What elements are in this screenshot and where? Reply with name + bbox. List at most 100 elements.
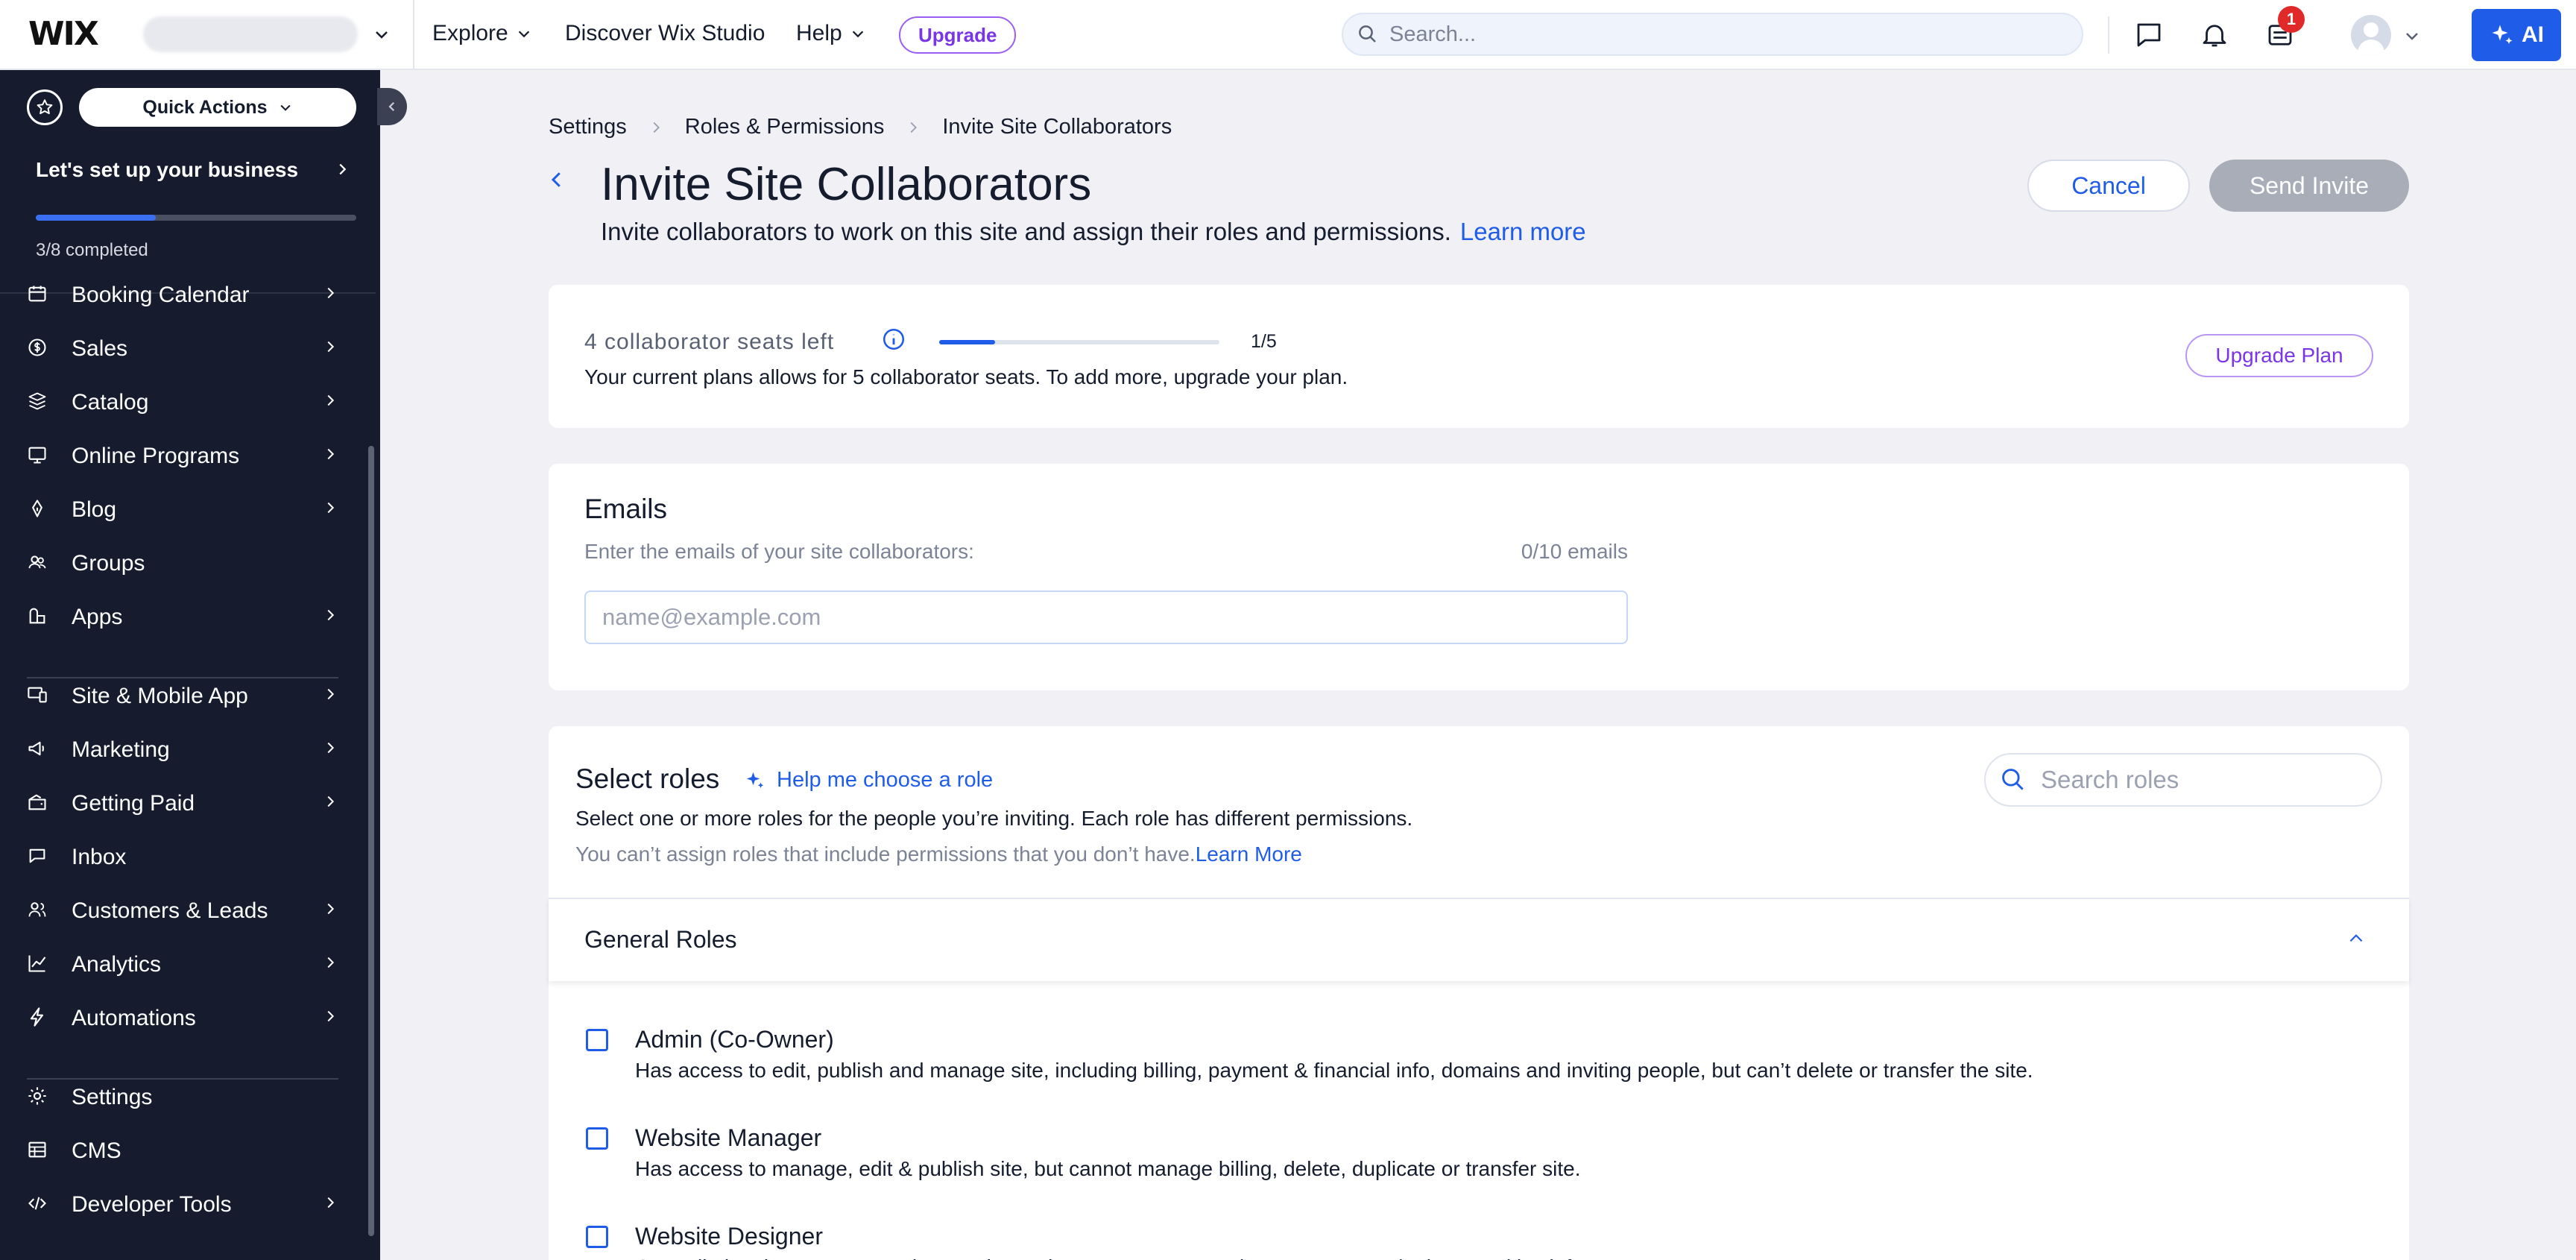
chevron-right-icon <box>327 742 335 754</box>
chevron-right-icon <box>327 609 335 621</box>
chevron-down-icon[interactable] <box>2403 27 2421 45</box>
chevron-down-icon <box>280 104 291 111</box>
chevron-down-icon <box>852 31 863 38</box>
bell-icon[interactable] <box>2199 19 2230 51</box>
sidebar-item-groups[interactable]: Groups <box>0 540 376 585</box>
chevron-right-icon <box>327 903 335 915</box>
sidebar-scrollbar[interactable] <box>368 446 374 1236</box>
site-selector[interactable] <box>143 16 397 52</box>
inbox-icon <box>29 848 45 863</box>
emails-title: Emails <box>584 494 668 524</box>
search-roles-input[interactable]: Search roles <box>1984 753 2382 807</box>
role-option-website-designer[interactable]: Website Designer Can edit the site, manag… <box>549 1218 2409 1260</box>
sidebar-item-label: Online Programs <box>72 444 240 468</box>
analytics-icon <box>28 955 46 972</box>
sidebar-item-label: Settings <box>72 1085 153 1109</box>
roles-description: Select one or more roles for the people … <box>575 807 1413 830</box>
wix-logo[interactable]: WIX <box>28 15 99 53</box>
avatar-head <box>2364 22 2378 37</box>
nav-discover-wix-studio[interactable]: Discover Wix Studio <box>565 21 765 46</box>
chevron-right-icon <box>327 394 335 406</box>
help-choose-role-link[interactable]: Help me choose a role <box>744 768 993 793</box>
sidebar-item-automations[interactable]: Automations <box>0 995 376 1039</box>
chevron-right-icon <box>327 502 335 514</box>
cancel-button[interactable]: Cancel <box>2027 160 2190 212</box>
send-invite-button[interactable]: Send Invite <box>2209 160 2409 212</box>
nav-help[interactable]: Help <box>796 21 866 46</box>
upgrade-plan-button[interactable]: Upgrade Plan <box>2185 334 2373 377</box>
catalog-icon <box>28 392 46 410</box>
page-subtitle-text: Invite collaborators to work on this sit… <box>601 218 1451 245</box>
chevron-right-icon <box>653 122 660 133</box>
divider <box>27 1078 338 1080</box>
customers-icon <box>28 902 46 917</box>
emails-count: 0/10 emails <box>1521 540 1628 563</box>
avatar[interactable] <box>2351 15 2391 55</box>
sidebar-item-site-mobile-app[interactable]: Site & Mobile App <box>0 672 376 717</box>
sidebar-item-label: Getting Paid <box>72 791 195 816</box>
role-option-admin-co-owner[interactable]: Admin (Co-Owner) Has access to edit, publ… <box>549 1021 2409 1118</box>
notification-badge: 1 <box>2278 6 2305 33</box>
dollar-icon <box>28 338 46 356</box>
favorites-button[interactable] <box>27 89 63 125</box>
sidebar-item-label: Site & Mobile App <box>72 684 248 708</box>
chevron-left-icon <box>388 101 395 112</box>
ai-button[interactable]: AI <box>2472 9 2561 61</box>
sidebar-item-label: Catalog <box>72 390 149 415</box>
nav-explore[interactable]: Explore <box>432 21 532 46</box>
role-checkbox[interactable] <box>586 1029 608 1051</box>
calendar-icon <box>28 286 46 302</box>
sidebar-item-blog[interactable]: Blog <box>0 486 376 531</box>
back-arrow-icon[interactable] <box>546 168 568 191</box>
learn-more-roles-link[interactable]: Learn More <box>1196 842 1302 866</box>
role-option-website-manager[interactable]: Website Manager Has access to manage, edi… <box>549 1120 2409 1217</box>
role-name: Website Designer <box>635 1223 823 1250</box>
sidebar-item-label: Inbox <box>72 845 127 869</box>
roles-note: You can’t assign roles that include perm… <box>575 842 1302 866</box>
site-name-blurred <box>143 16 358 52</box>
sidebar-item-label: Booking Calendar <box>72 283 250 307</box>
pen-icon <box>32 500 42 517</box>
learn-more-link[interactable]: Learn more <box>1460 218 1586 245</box>
info-icon[interactable] <box>881 327 906 352</box>
sidebar-item-label: Groups <box>72 551 145 576</box>
wallet-icon <box>28 794 46 810</box>
sidebar-item-cms[interactable]: CMS <box>0 1127 376 1172</box>
sidebar-item-online-programs[interactable]: Online Programs <box>0 432 376 477</box>
gear-icon <box>28 1087 46 1105</box>
top-search-input[interactable]: Search... <box>1342 13 2083 56</box>
breadcrumb-roles-permissions[interactable]: Roles & Permissions <box>685 115 885 139</box>
role-checkbox[interactable] <box>586 1226 608 1248</box>
sidebar-item-catalog[interactable]: Catalog <box>0 379 376 423</box>
sidebar-item-developer-tools[interactable]: Developer Tools <box>0 1181 376 1226</box>
upgrade-button[interactable]: Upgrade <box>899 16 1017 54</box>
chevron-right-icon <box>327 448 335 460</box>
sidebar-item-customers-leads[interactable]: Customers & Leads <box>0 887 376 932</box>
sidebar-item-booking-calendar[interactable]: Booking Calendar <box>0 271 376 316</box>
sidebar-item-sales[interactable]: Sales <box>0 325 376 370</box>
megaphone-icon <box>28 741 44 756</box>
quick-actions-button[interactable]: Quick Actions <box>79 88 356 127</box>
collapse-sidebar-button[interactable] <box>377 88 407 125</box>
breadcrumb-current: Invite Site Collaborators <box>942 115 1172 139</box>
sidebar-item-marketing[interactable]: Marketing <box>0 726 376 771</box>
role-name: Website Manager <box>635 1124 822 1151</box>
chevron-down-icon <box>518 31 529 38</box>
sidebar-item-apps[interactable]: Apps <box>0 593 376 638</box>
sidebar-item-inbox[interactable]: Inbox <box>0 834 376 878</box>
divider <box>413 0 414 70</box>
email-input[interactable] <box>584 590 1628 644</box>
chevron-right-icon <box>327 1197 335 1209</box>
role-checkbox[interactable] <box>586 1127 608 1150</box>
search-icon <box>1359 25 1376 42</box>
ai-label: AI <box>2522 22 2544 47</box>
sidebar-item-settings[interactable]: Settings <box>0 1074 376 1118</box>
setup-progress-bar <box>36 215 356 221</box>
chat-icon[interactable] <box>2133 19 2165 51</box>
chevron-down-icon <box>376 31 388 39</box>
setup-title: Let's set up your business <box>36 158 299 181</box>
sidebar-item-getting-paid[interactable]: Getting Paid <box>0 780 376 825</box>
sidebar-item-analytics[interactable]: Analytics <box>0 941 376 986</box>
breadcrumb-settings[interactable]: Settings <box>549 115 627 139</box>
general-roles-header[interactable]: General Roles <box>549 898 2409 981</box>
